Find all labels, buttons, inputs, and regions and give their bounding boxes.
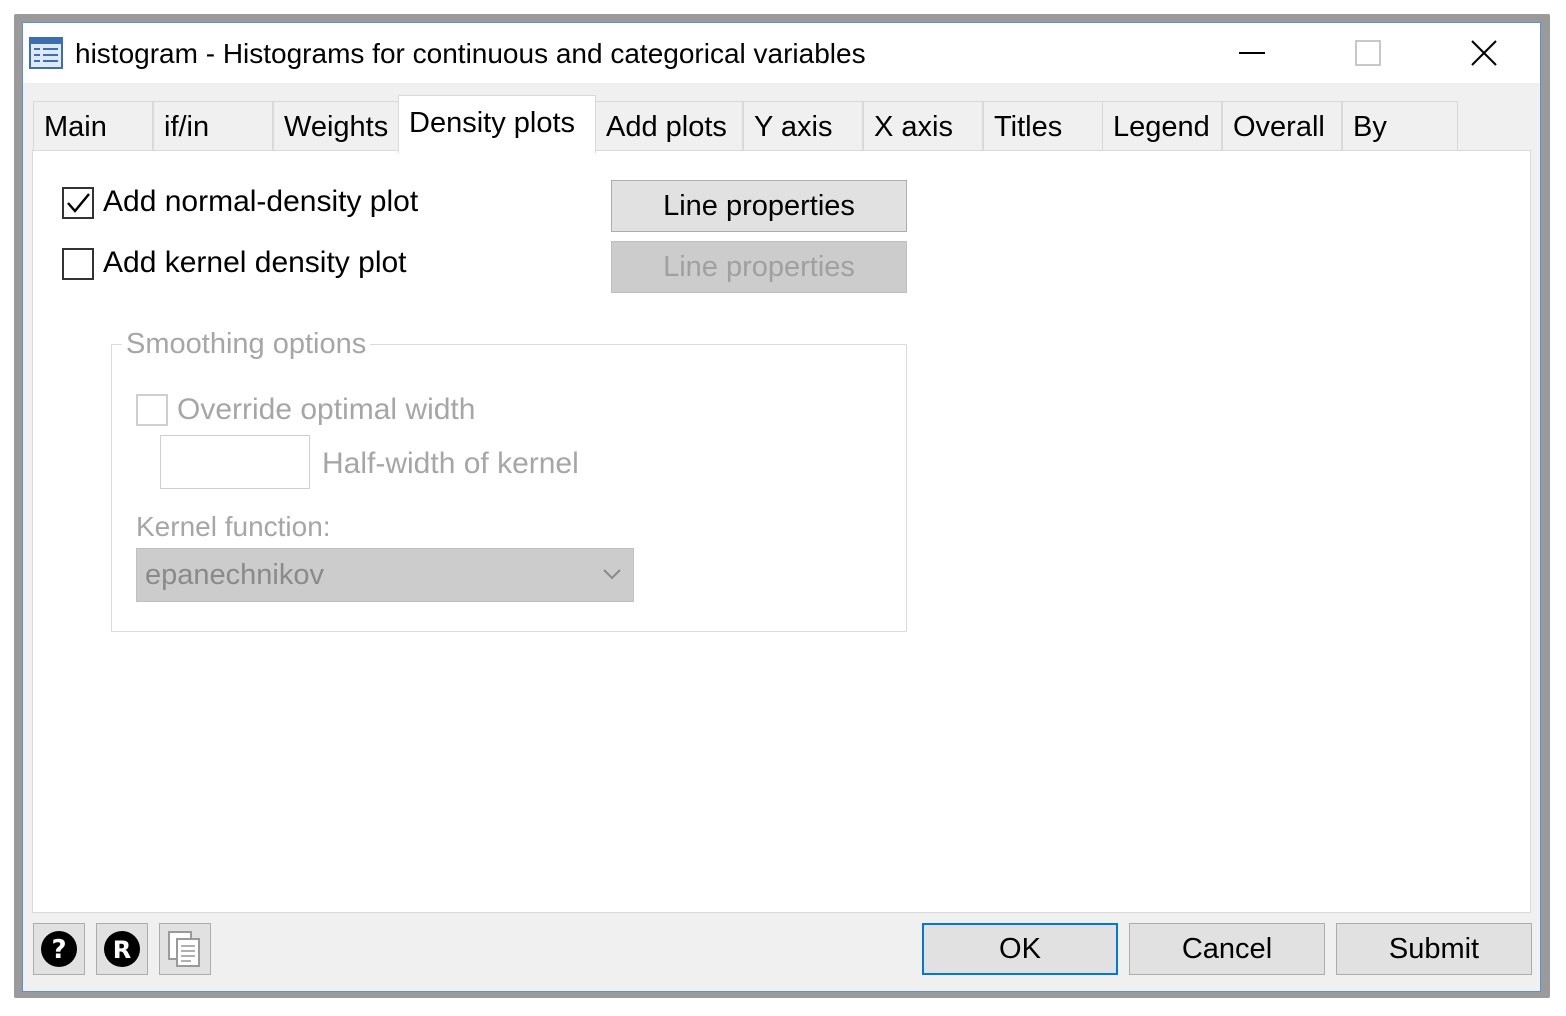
close-icon xyxy=(1471,40,1497,66)
copy-icon xyxy=(168,931,200,967)
close-button[interactable] xyxy=(1425,23,1543,83)
kernel-function-select[interactable]: epanechnikov xyxy=(136,548,634,602)
svg-text:?: ? xyxy=(51,935,66,965)
normal-density-label[interactable]: Add normal-density plot xyxy=(103,184,418,220)
density-plots-panel: Add normal-density plot Line properties … xyxy=(32,150,1531,913)
window-title: histogram - Histograms for continuous an… xyxy=(75,38,866,69)
tab-by[interactable]: By xyxy=(1342,101,1458,151)
copy-command-button[interactable] xyxy=(159,923,211,975)
dialog-window: histogram - Histograms for continuous an… xyxy=(22,22,1541,992)
kernel-density-checkbox[interactable] xyxy=(62,248,94,280)
title-bar[interactable]: histogram - Histograms for continuous an… xyxy=(23,23,1540,83)
kernel-density-label[interactable]: Add kernel density plot xyxy=(103,245,407,281)
dialog-icon xyxy=(29,37,63,69)
smoothing-options-group: Smoothing options Override optimal width… xyxy=(111,327,907,632)
tab-x-axis[interactable]: X axis xyxy=(863,101,983,151)
question-icon: ? xyxy=(41,931,77,967)
halfwidth-label: Half-width of kernel xyxy=(322,447,579,480)
minimize-button[interactable] xyxy=(1193,23,1311,83)
maximize-icon xyxy=(1355,40,1381,66)
reset-button[interactable]: R xyxy=(96,923,148,975)
kernel-line-properties-button[interactable]: Line properties xyxy=(611,241,907,293)
normal-line-properties-button[interactable]: Line properties xyxy=(611,180,907,232)
svg-text:R: R xyxy=(113,936,131,964)
halfwidth-input[interactable] xyxy=(160,435,310,489)
tab-density-plots[interactable]: Density plots xyxy=(398,95,596,153)
cancel-button[interactable]: Cancel xyxy=(1129,923,1325,975)
tab-legend[interactable]: Legend xyxy=(1102,101,1222,151)
tab-add-plots[interactable]: Add plots xyxy=(595,101,743,151)
smoothing-options-legend: Smoothing options xyxy=(122,327,371,361)
tab-weights[interactable]: Weights xyxy=(273,101,399,151)
kernel-function-label: Kernel function: xyxy=(136,511,331,542)
normal-density-checkbox[interactable] xyxy=(62,187,94,219)
tab-titles[interactable]: Titles xyxy=(983,101,1103,151)
tab-overall[interactable]: Overall xyxy=(1222,101,1342,151)
checkmark-icon xyxy=(67,193,90,213)
kernel-function-value: epanechnikov xyxy=(145,559,324,591)
r-circle-icon: R xyxy=(104,931,140,967)
submit-button[interactable]: Submit xyxy=(1336,923,1532,975)
override-width-label[interactable]: Override optimal width xyxy=(177,392,475,428)
maximize-button[interactable] xyxy=(1309,23,1427,83)
tab-main[interactable]: Main xyxy=(33,101,153,151)
override-width-checkbox[interactable] xyxy=(136,394,168,426)
tab-y-axis[interactable]: Y axis xyxy=(743,101,863,151)
help-button[interactable]: ? xyxy=(33,923,85,975)
dialog-footer: ? R OK Cancel Submit xyxy=(23,913,1540,993)
minimize-icon xyxy=(1239,52,1265,54)
chevron-down-icon xyxy=(603,569,621,580)
tab-if-in[interactable]: if/in xyxy=(153,101,273,151)
ok-button[interactable]: OK xyxy=(922,923,1118,975)
